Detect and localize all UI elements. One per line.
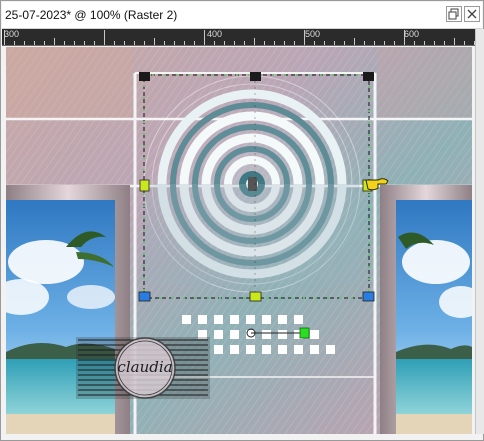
pattern-dot xyxy=(278,330,287,339)
pattern-dot xyxy=(310,330,319,339)
pattern-dot xyxy=(294,345,303,354)
right-photo-frame xyxy=(380,185,472,434)
resize-handle-left[interactable] xyxy=(139,179,150,192)
pattern-dot xyxy=(278,345,287,354)
resize-handle-bottom-right[interactable] xyxy=(362,291,375,302)
pattern-dot xyxy=(326,345,335,354)
restore-button[interactable] xyxy=(446,6,462,22)
pattern-dot xyxy=(262,315,271,324)
restore-icon xyxy=(448,8,459,20)
close-button[interactable] xyxy=(464,6,480,22)
pattern-dot xyxy=(262,345,271,354)
ruler-tick xyxy=(204,30,205,46)
horizontal-ruler[interactable]: 300 400 500 600 xyxy=(2,29,475,46)
pattern-dot xyxy=(214,345,223,354)
pattern-dot xyxy=(230,330,239,339)
window-title: 25-07-2023* @ 100% (Raster 2) xyxy=(5,8,178,22)
corner-shade xyxy=(378,47,472,119)
pattern-dot xyxy=(230,345,239,354)
pattern-dot xyxy=(182,315,191,324)
claudia-watermark: claudia xyxy=(76,337,210,399)
resize-handle-top[interactable] xyxy=(250,72,261,81)
pattern-dot xyxy=(246,345,255,354)
pattern-dot xyxy=(262,330,271,339)
vertical-scrollbar[interactable] xyxy=(475,29,484,434)
resize-handle-top-left[interactable] xyxy=(139,72,150,81)
ruler-tick xyxy=(104,30,105,46)
corner-shade xyxy=(6,47,132,119)
resize-handle-bottom[interactable] xyxy=(249,291,262,302)
pattern-dot xyxy=(214,330,223,339)
resize-handle-bottom-left[interactable] xyxy=(138,291,151,302)
title-bar[interactable]: 25-07-2023* @ 100% (Raster 2) xyxy=(2,2,482,29)
ruler-label: 500 xyxy=(305,29,321,39)
pattern-dot xyxy=(214,315,223,324)
image-canvas[interactable]: claudia xyxy=(6,47,472,434)
concentric-rings-layer xyxy=(143,75,361,293)
resize-handle-top-right[interactable] xyxy=(363,72,374,81)
ruler-label: 600 xyxy=(404,29,420,39)
close-icon xyxy=(467,9,477,19)
pattern-dot xyxy=(230,315,239,324)
pattern-dot xyxy=(310,345,319,354)
ruler-label: 300 xyxy=(4,29,20,39)
pattern-dot xyxy=(278,315,287,324)
ruler-label: 400 xyxy=(207,29,223,39)
pattern-dot xyxy=(198,315,207,324)
pattern-dot xyxy=(294,315,303,324)
image-window: 25-07-2023* @ 100% (Raster 2) 300 400 50… xyxy=(0,0,484,441)
watermark-text: claudia xyxy=(117,358,172,376)
ruler-baseline xyxy=(2,45,475,46)
pattern-dot xyxy=(246,315,255,324)
